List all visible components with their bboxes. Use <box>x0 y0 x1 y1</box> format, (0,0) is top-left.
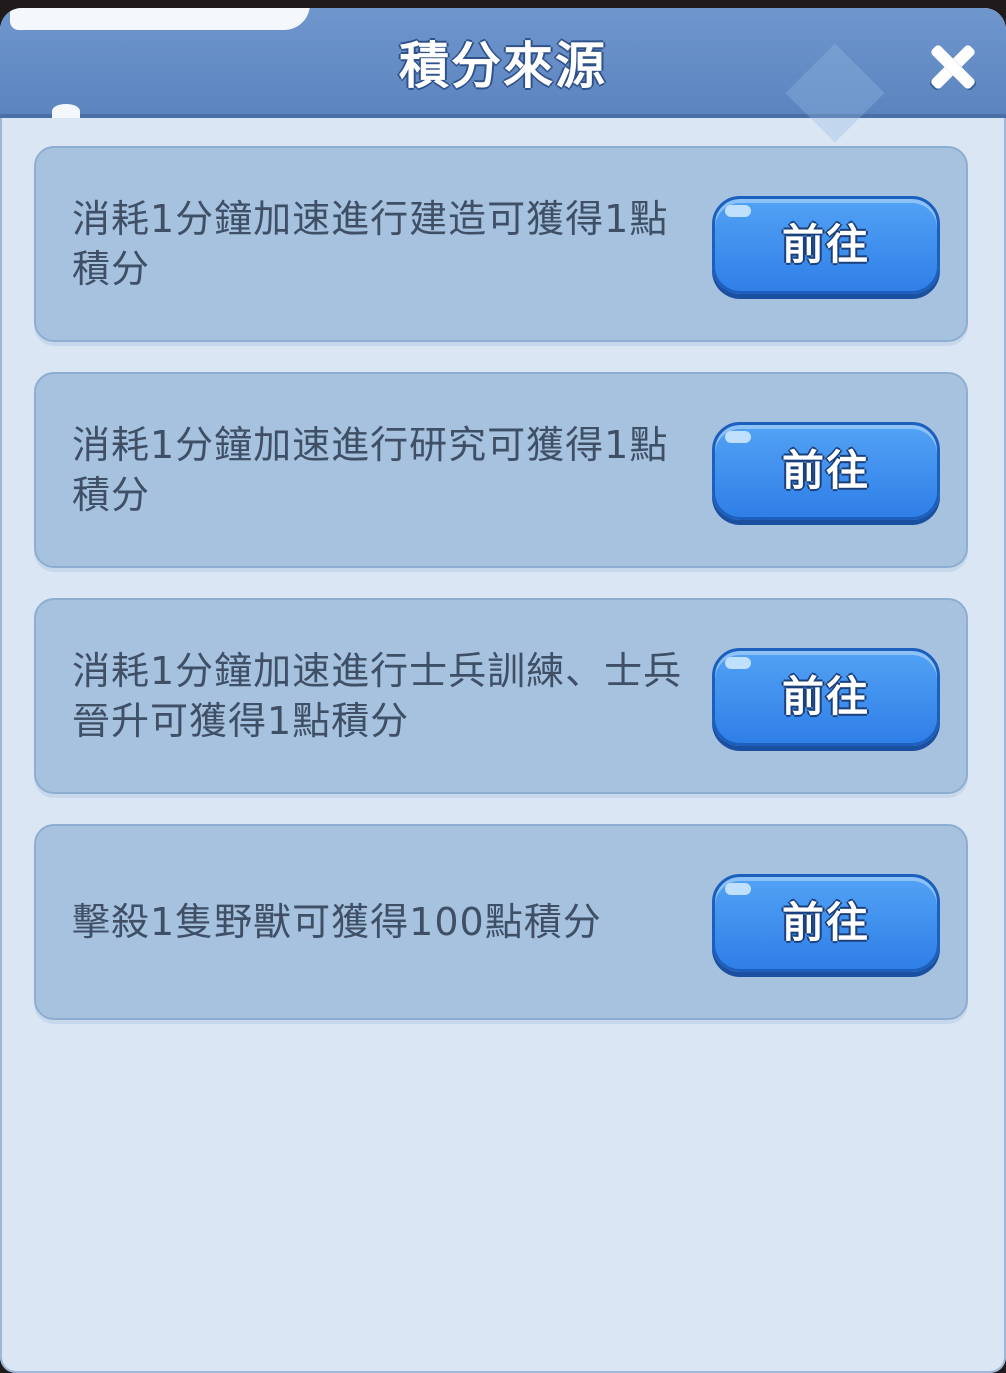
go-button-label: 前往 <box>781 220 870 269</box>
snow-drip-decoration <box>52 104 80 118</box>
go-button[interactable]: 前往 <box>712 648 940 746</box>
go-button[interactable]: 前往 <box>712 196 940 294</box>
go-button-label: 前往 <box>781 898 870 947</box>
dialog-title: 積分來源 <box>399 37 607 95</box>
list-item: 消耗1分鐘加速進行研究可獲得1點積分 前往 <box>34 372 968 568</box>
list-item: 消耗1分鐘加速進行建造可獲得1點積分 前往 <box>34 146 968 342</box>
source-description: 擊殺1隻野獸可獲得100點積分 <box>72 900 602 944</box>
go-button-label: 前往 <box>781 672 870 721</box>
go-button-label: 前往 <box>781 446 870 495</box>
list-item: 擊殺1隻野獸可獲得100點積分 前往 <box>34 824 968 1020</box>
source-description: 消耗1分鐘加速進行士兵訓練、士兵晉升可獲得1點積分 <box>72 649 683 743</box>
dialog-header: 積分來源 <box>0 8 1006 143</box>
list-item: 消耗1分鐘加速進行士兵訓練、士兵晉升可獲得1點積分 前往 <box>34 598 968 794</box>
go-button[interactable]: 前往 <box>712 874 940 972</box>
close-icon[interactable] <box>924 38 982 96</box>
points-source-dialog: 積分來源 消耗1分鐘加速進行建造可獲得1點積分 前往 消耗1分鐘加速進行研究可獲… <box>0 8 1006 1373</box>
source-description: 消耗1分鐘加速進行建造可獲得1點積分 <box>72 197 669 291</box>
go-button[interactable]: 前往 <box>712 422 940 520</box>
snow-decoration <box>10 8 310 30</box>
source-description: 消耗1分鐘加速進行研究可獲得1點積分 <box>72 423 669 517</box>
